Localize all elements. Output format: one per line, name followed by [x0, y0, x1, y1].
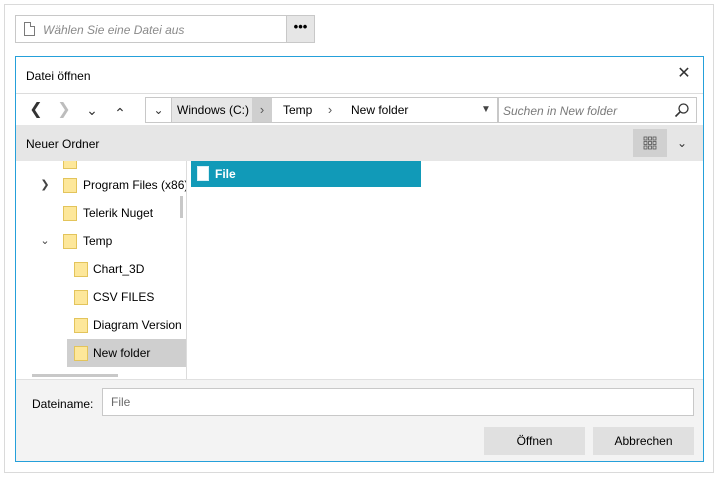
filename-label: Dateiname: — [32, 397, 94, 411]
folder-icon — [63, 161, 77, 169]
tree-item-label: New folder — [93, 346, 151, 360]
back-button[interactable]: ❮ — [22, 94, 50, 126]
grid-view-icon — [643, 136, 657, 150]
folder-icon — [63, 206, 77, 221]
dialog-title: Datei öffnen — [26, 69, 91, 83]
view-mode-chevron-down-icon[interactable]: ⌄ — [667, 129, 697, 157]
folder-icon — [74, 346, 88, 361]
tree-vertical-scrollbar[interactable] — [180, 196, 183, 218]
folder-icon — [74, 318, 88, 333]
search-input[interactable]: Suchen in New folder — [498, 97, 697, 123]
tree-item-label: Temp — [83, 234, 113, 248]
tree-item-chart-3d[interactable]: Chart_3D — [16, 255, 179, 283]
view-mode-button[interactable] — [633, 129, 667, 157]
path-history-chevron-down-icon[interactable]: ⌄ — [146, 98, 172, 122]
open-button[interactable]: Öffnen — [484, 427, 585, 455]
breadcrumb-item-new-folder[interactable]: New folder — [340, 98, 430, 122]
tree-item-new-folder[interactable]: New folder — [67, 339, 186, 367]
tree-horizontal-scrollbar[interactable] — [32, 374, 118, 377]
file-path-picker[interactable]: Wählen Sie eine Datei aus ••• — [15, 15, 315, 43]
search-placeholder: Suchen in New folder — [503, 104, 618, 118]
dialog-footer: Dateiname: File Öffnen Abbrechen — [16, 379, 703, 461]
tree-item-label: Program Files (x86) — [83, 178, 187, 192]
new-folder-button[interactable]: Neuer Ordner — [26, 137, 99, 151]
dialog-toolbar: Neuer Ordner ⌄ — [16, 125, 703, 161]
file-list: File — [188, 161, 703, 379]
tree-item-label: CSV FILES — [93, 290, 155, 304]
folder-icon — [63, 234, 77, 249]
tree-item-csv-files[interactable]: CSV FILES — [16, 283, 179, 311]
breadcrumb-item-temp[interactable]: Temp — [272, 98, 316, 122]
document-icon — [24, 22, 35, 36]
navigation-bar: ❮ ❯ ⌄ ⌃ ⌄ Windows (C:) › Temp › New fold… — [16, 93, 703, 125]
breadcrumb-item-windows[interactable]: Windows (C:) — [172, 98, 252, 122]
folder-icon — [74, 290, 88, 305]
file-name: File — [215, 167, 236, 181]
folder-icon — [74, 262, 88, 277]
cancel-button[interactable]: Abbrechen — [593, 427, 694, 455]
tree-item-program-files-x86[interactable]: ❯ Program Files (x86) — [16, 171, 186, 199]
up-folder-button[interactable]: ⌃ — [106, 94, 134, 126]
tree-item-label: Telerik Nuget — [83, 206, 154, 220]
tree-item-label: Diagram Version — [93, 318, 182, 332]
filename-field[interactable]: File — [102, 388, 694, 416]
tree-item-diagram-version[interactable]: Diagram Version — [16, 311, 186, 339]
tree-item-label: Chart_3D — [93, 262, 145, 276]
recent-locations-button[interactable]: ⌄ — [78, 94, 106, 126]
file-icon — [197, 166, 209, 181]
chevron-down-icon[interactable]: ⌄ — [38, 227, 52, 255]
close-icon[interactable]: ✕ — [675, 65, 693, 83]
tree-item-temp[interactable]: ⌄ Temp — [16, 227, 179, 255]
folder-tree: ❯ Program Files (x86) Telerik Nuget ⌄ Te… — [16, 161, 187, 379]
path-dropdown-icon[interactable]: ▼ — [479, 98, 493, 122]
file-path-placeholder: Wählen Sie eine Datei aus — [43, 23, 185, 37]
chevron-right-icon[interactable]: › — [320, 98, 340, 122]
search-icon[interactable] — [674, 102, 690, 118]
folder-icon — [63, 178, 77, 193]
browse-button[interactable]: ••• — [286, 16, 314, 42]
chevron-right-icon[interactable]: ❯ — [38, 171, 52, 199]
dialog-titlebar: Datei öffnen ✕ — [16, 57, 703, 93]
breadcrumb[interactable]: ⌄ Windows (C:) › Temp › New folder ▼ — [145, 97, 498, 123]
list-item[interactable]: File — [191, 161, 421, 187]
open-file-dialog: Datei öffnen ✕ ❮ ❯ ⌄ ⌃ ⌄ Windows (C:) › … — [15, 56, 704, 462]
tree-item-telerik-nuget[interactable]: Telerik Nuget — [16, 199, 179, 227]
forward-button[interactable]: ❯ — [50, 94, 78, 126]
chevron-right-icon[interactable]: › — [252, 98, 272, 122]
